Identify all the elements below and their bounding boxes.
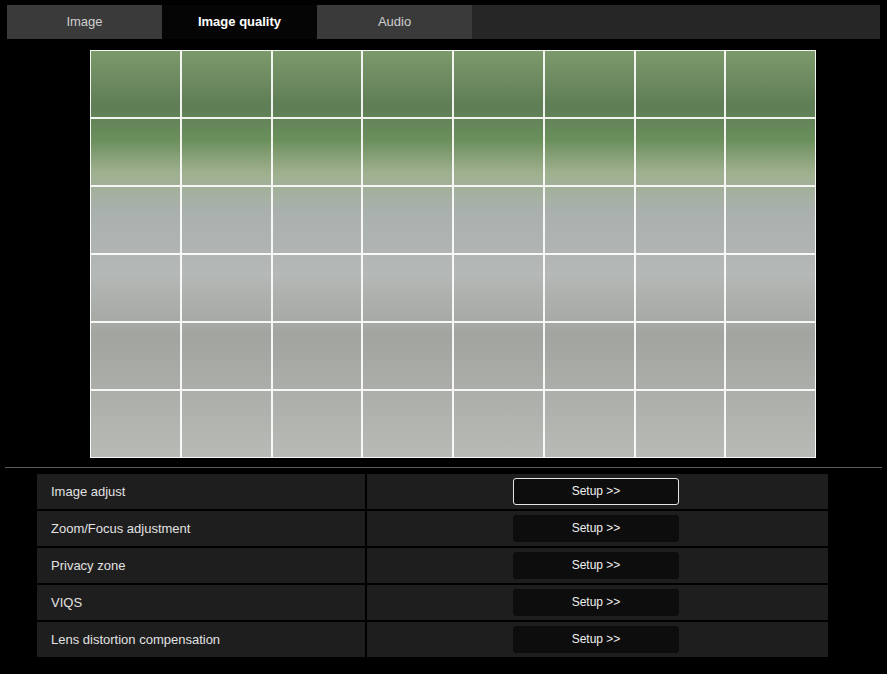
grid-cell[interactable]	[725, 322, 816, 390]
grid-cell[interactable]	[635, 50, 726, 118]
tab[interactable]: Audio	[317, 5, 472, 39]
grid-cell[interactable]	[635, 390, 726, 458]
grid-cell[interactable]	[453, 390, 544, 458]
setting-action-cell: Setup >>	[367, 622, 828, 657]
grid-cell[interactable]	[362, 254, 453, 322]
setup-button[interactable]: Setup >>	[513, 589, 679, 616]
setup-button[interactable]: Setup >>	[513, 626, 679, 653]
grid-cell[interactable]	[272, 50, 363, 118]
setting-label: Image adjust	[37, 474, 365, 509]
grid-cell[interactable]	[181, 390, 272, 458]
camera-settings-page: ImageImage qualityAudio Image adjust Setup…	[0, 0, 887, 657]
grid-cell[interactable]	[725, 186, 816, 254]
tab-bar: ImageImage qualityAudio	[7, 5, 880, 39]
grid-cell[interactable]	[453, 322, 544, 390]
setting-label: VIQS	[37, 585, 365, 620]
setup-button[interactable]: Setup >>	[513, 515, 679, 542]
grid-cell[interactable]	[181, 254, 272, 322]
settings-row: Privacy zone Setup >>	[37, 548, 828, 583]
grid-cell[interactable]	[362, 322, 453, 390]
grid-cell[interactable]	[362, 186, 453, 254]
setting-label: Zoom/Focus adjustment	[37, 511, 365, 546]
grid-cell[interactable]	[272, 322, 363, 390]
settings-row: Zoom/Focus adjustment Setup >>	[37, 511, 828, 546]
grid-cell[interactable]	[725, 254, 816, 322]
grid-cell[interactable]	[90, 118, 181, 186]
grid-cell[interactable]	[453, 186, 544, 254]
settings-list: Image adjustSetup >>Zoom/Focus adjustmen…	[37, 474, 828, 657]
grid-cell[interactable]	[544, 118, 635, 186]
grid-cell[interactable]	[90, 50, 181, 118]
grid-cell[interactable]	[544, 390, 635, 458]
grid-cell[interactable]	[362, 118, 453, 186]
setting-action-cell: Setup >>	[367, 474, 828, 509]
grid-cell[interactable]	[725, 118, 816, 186]
grid-cell[interactable]	[544, 322, 635, 390]
setting-action-cell: Setup >>	[367, 585, 828, 620]
area-grid	[90, 50, 816, 458]
grid-cell[interactable]	[272, 118, 363, 186]
grid-cell[interactable]	[181, 118, 272, 186]
setting-label: Privacy zone	[37, 548, 365, 583]
grid-cell[interactable]	[90, 186, 181, 254]
preview-area	[5, 39, 882, 458]
settings-row: Lens distortion compensation Setup >>	[37, 622, 828, 657]
setup-button[interactable]: Setup >>	[513, 552, 679, 579]
grid-cell[interactable]	[181, 50, 272, 118]
grid-cell[interactable]	[90, 322, 181, 390]
settings-row: VIQS Setup >>	[37, 585, 828, 620]
grid-cell[interactable]	[544, 186, 635, 254]
grid-cell[interactable]	[544, 50, 635, 118]
grid-cell[interactable]	[90, 390, 181, 458]
grid-cell[interactable]	[90, 254, 181, 322]
grid-cell[interactable]	[725, 390, 816, 458]
grid-cell[interactable]	[635, 322, 726, 390]
grid-cell[interactable]	[272, 186, 363, 254]
grid-cell[interactable]	[272, 390, 363, 458]
separator	[5, 467, 882, 468]
grid-cell[interactable]	[272, 254, 363, 322]
grid-cell[interactable]	[181, 322, 272, 390]
setting-action-cell: Setup >>	[367, 511, 828, 546]
grid-cell[interactable]	[725, 50, 816, 118]
grid-cell[interactable]	[181, 186, 272, 254]
setup-button[interactable]: Setup >>	[513, 478, 679, 505]
grid-cell[interactable]	[453, 118, 544, 186]
setting-action-cell: Setup >>	[367, 548, 828, 583]
grid-cell[interactable]	[362, 390, 453, 458]
grid-cell[interactable]	[453, 50, 544, 118]
grid-cell[interactable]	[635, 254, 726, 322]
grid-cell[interactable]	[635, 118, 726, 186]
grid-cell[interactable]	[362, 50, 453, 118]
tab[interactable]: Image	[7, 5, 162, 39]
grid-cell[interactable]	[544, 254, 635, 322]
grid-cell[interactable]	[635, 186, 726, 254]
setting-label: Lens distortion compensation	[37, 622, 365, 657]
tab[interactable]: Image quality	[162, 5, 317, 39]
settings-row: Image adjust Setup >>	[37, 474, 828, 509]
grid-cell[interactable]	[453, 254, 544, 322]
camera-preview	[90, 50, 816, 458]
